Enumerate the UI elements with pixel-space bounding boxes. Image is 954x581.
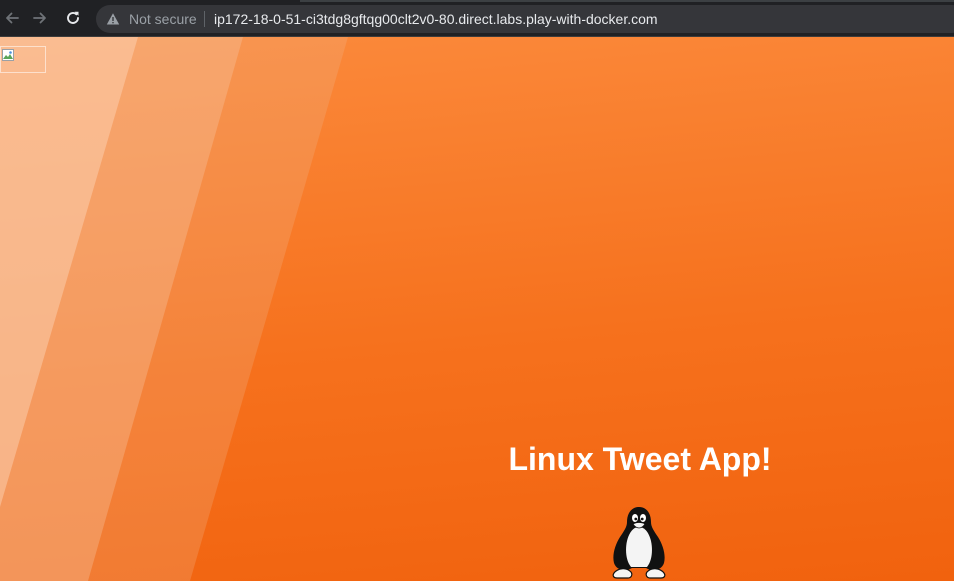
warning-triangle-icon	[106, 13, 120, 25]
address-bar[interactable]: Not secure ip172-18-0-51-ci3tdg8gftqg00c…	[96, 5, 954, 33]
tab-strip-edge	[300, 0, 954, 2]
browser-toolbar: Not secure ip172-18-0-51-ci3tdg8gftqg00c…	[0, 0, 954, 37]
page-title: Linux Tweet App!	[508, 441, 772, 477]
url-text[interactable]: ip172-18-0-51-ci3tdg8gftqg00clt2v0-80.di…	[214, 11, 658, 27]
background-stripes	[0, 37, 348, 581]
arrow-right-icon	[33, 12, 46, 24]
security-status-label[interactable]: Not secure	[129, 11, 197, 27]
broken-image	[0, 46, 46, 73]
reload-icon	[67, 11, 79, 24]
broken-image-icon	[2, 49, 14, 61]
reload-button[interactable]	[63, 8, 83, 28]
back-button[interactable]	[2, 8, 22, 28]
page-viewport: Linux Tweet App!	[0, 37, 954, 581]
tux-penguin-icon	[612, 507, 666, 579]
omnibox-divider	[204, 11, 205, 27]
forward-button[interactable]	[30, 8, 50, 28]
arrow-left-icon	[6, 12, 19, 24]
